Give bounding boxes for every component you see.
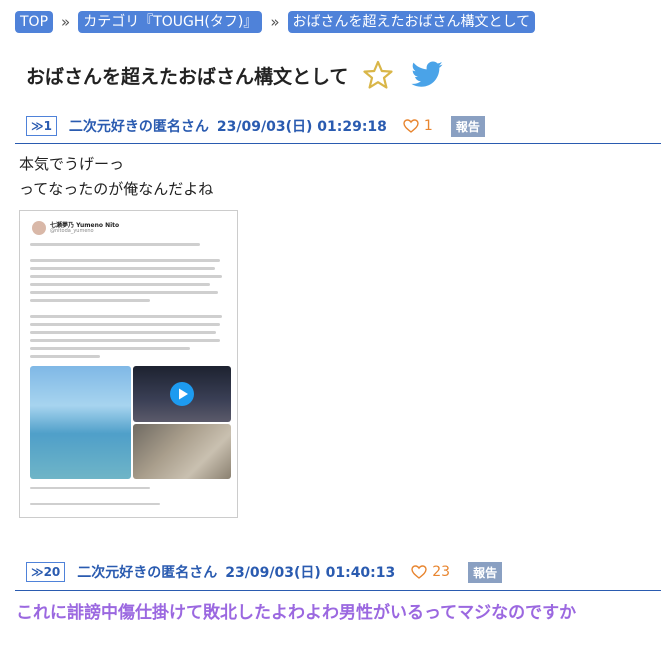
breadcrumb-category-link[interactable]: カテゴリ『TOUGH(タフ)』 — [78, 11, 263, 33]
report-button[interactable]: 報告 — [468, 561, 503, 583]
tweet-text-line — [30, 283, 210, 286]
report-button[interactable]: 報告 — [450, 115, 485, 137]
breadcrumb-top-link[interactable]: TOP — [15, 11, 54, 33]
tweet-photo-beach — [30, 366, 131, 479]
post-number[interactable]: ≫1 — [26, 116, 57, 136]
tweet-text-line — [30, 299, 150, 302]
breadcrumb-separator: » — [270, 13, 280, 31]
post-body-line: 本気でうげーっ — [19, 155, 125, 173]
star-icon[interactable] — [362, 59, 394, 91]
twitter-icon[interactable] — [410, 58, 444, 92]
tweet-text-line — [30, 323, 220, 326]
breadcrumb-separator: » — [61, 13, 71, 31]
tweet-avatar — [32, 221, 46, 235]
post-body-line: ってなったのが俺なんだよね — [19, 180, 214, 198]
double-chevron-right-icon: ≫ — [31, 119, 44, 133]
post-body-highlight: これに誹謗中傷仕掛けて敗北したよわよわ男性がいるってマジなのですか — [16, 603, 577, 623]
post-header: ≫20 二次元好きの匿名さん 23/09/03(日) 01:40:13 23 報… — [26, 561, 661, 583]
breadcrumb-current-thread[interactable]: おばさんを超えたおばさん構文として — [287, 11, 536, 33]
page-title: おばさんを超えたおばさん構文として — [26, 65, 349, 88]
tweet-stats-line — [30, 503, 160, 505]
tweet-text-line — [30, 355, 100, 358]
tweet-text-line — [30, 315, 222, 318]
tweet-text-line — [30, 259, 220, 262]
post-date: 23/09/03(日) 01:40:13 — [225, 565, 396, 581]
tweet-text-line — [30, 267, 215, 270]
tweet-meta-line — [30, 487, 150, 489]
heart-icon — [403, 119, 419, 133]
post-header: ≫1 二次元好きの匿名さん 23/09/03(日) 01:29:18 1 報告 — [26, 115, 661, 137]
tweet-text-line — [30, 243, 200, 246]
tweet-text-line — [30, 331, 216, 334]
tweet-text-line — [30, 275, 222, 278]
breadcrumb: TOP » カテゴリ『TOUGH(タフ)』 » おばさんを超えたおばさん構文とし… — [15, 11, 536, 33]
double-chevron-right-icon: ≫ — [31, 565, 44, 579]
post-divider — [15, 143, 661, 144]
poster-name: 二次元好きの匿名さん — [77, 565, 218, 581]
tweet-photo-crafts — [133, 424, 231, 479]
tweet-author-handle: @nitoda_yumeno — [50, 228, 94, 234]
tweet-text-line — [30, 291, 218, 294]
page-title-row: おばさんを超えたおばさん構文として — [26, 58, 444, 92]
tweet-text-line — [30, 339, 220, 342]
post-number[interactable]: ≫20 — [26, 562, 66, 582]
like-button[interactable]: 23 — [411, 564, 450, 580]
play-icon[interactable] — [170, 382, 194, 406]
post-date: 23/09/03(日) 01:29:18 — [216, 119, 387, 135]
like-count: 1 — [423, 118, 433, 134]
poster-name: 二次元好きの匿名さん — [68, 119, 209, 135]
post-body: 本気でうげーっ ってなったのが俺なんだよね — [19, 152, 213, 202]
tweet-text-line — [30, 347, 190, 350]
heart-icon — [411, 565, 427, 579]
post-image[interactable]: 七瀬夢乃 Yumeno Nito @nitoda_yumeno — [19, 210, 238, 518]
like-count: 23 — [432, 564, 451, 580]
post-divider — [15, 590, 661, 591]
like-button[interactable]: 1 — [403, 118, 433, 134]
